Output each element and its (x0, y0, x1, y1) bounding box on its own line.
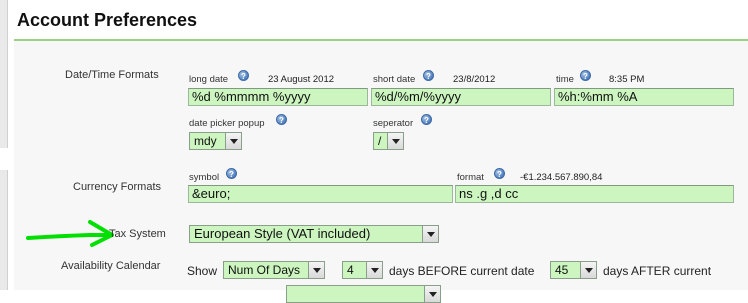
annotation-arrow (26, 220, 114, 247)
days-before-select[interactable]: 4 (342, 261, 383, 279)
left-divider-lower (7, 170, 8, 290)
help-icon[interactable]: ? (494, 168, 505, 179)
chevron-down-icon (225, 133, 241, 149)
separator-value: / (378, 134, 382, 148)
tax-system-value: European Style (VAT included) (194, 226, 371, 241)
symbol-label: symbol (189, 172, 220, 183)
long-date-label: long date (189, 74, 229, 85)
currency-format-example: -€1.234.567.890,84 (520, 172, 603, 183)
left-scroll-strip (0, 0, 7, 148)
long-date-input[interactable]: %d %mmmm %yyyy (188, 88, 368, 106)
help-icon[interactable]: ? (238, 70, 249, 81)
short-date-example: 23/8/2012 (453, 74, 496, 85)
show-label: Show (187, 264, 218, 278)
help-icon[interactable]: ? (580, 70, 591, 81)
page-title: Account Preferences (17, 10, 198, 30)
separator-label: seperator (373, 118, 414, 129)
time-example: 8:35 PM (609, 74, 645, 85)
help-icon[interactable]: ? (421, 114, 432, 125)
tax-system-select[interactable]: European Style (VAT included) (189, 225, 439, 243)
format-label: format (457, 172, 484, 183)
chevron-down-icon (387, 133, 403, 149)
currency-label: Currency Formats (73, 181, 162, 193)
help-icon[interactable]: ? (226, 168, 237, 179)
left-scroll-strip-lower (0, 170, 7, 290)
currency-symbol-input[interactable]: &euro; (188, 185, 453, 203)
days-before-label: days BEFORE current date (389, 264, 535, 278)
help-icon[interactable]: ? (276, 114, 287, 125)
days-before-value: 4 (347, 263, 354, 277)
tax-system-label: Tax System (109, 228, 166, 240)
short-date-label: short date (373, 74, 416, 85)
days-after-value: 45 (555, 263, 569, 277)
date-picker-select[interactable]: mdy (189, 132, 242, 150)
short-date-input[interactable]: %d/%m/%yyyy (371, 88, 551, 106)
time-label: time (556, 74, 574, 85)
chevron-down-icon (580, 262, 596, 278)
availability-label: Availability Calendar (61, 260, 161, 272)
days-after-select[interactable]: 45 (550, 261, 597, 279)
chevron-down-icon (366, 262, 382, 278)
availability-mode-select[interactable]: Num Of Days (223, 261, 325, 279)
left-divider (7, 0, 8, 148)
days-after-label: days AFTER current (603, 264, 712, 278)
availability-mode-value: Num Of Days (228, 263, 301, 277)
date-picker-label: date picker popup (189, 118, 265, 129)
chevron-down-icon (424, 286, 440, 302)
date-picker-value: mdy (194, 134, 217, 148)
chevron-down-icon (308, 262, 324, 278)
long-date-example: 23 August 2012 (268, 74, 335, 85)
currency-format-input[interactable]: ns .g ,d cc (455, 185, 734, 203)
help-icon[interactable]: ? (423, 70, 434, 81)
datetime-label: Date/Time Formats (65, 69, 159, 81)
next-row-select[interactable] (286, 285, 441, 303)
chevron-down-icon (422, 226, 438, 242)
separator-select[interactable]: / (373, 132, 404, 150)
time-input[interactable]: %h:%mm %A (554, 88, 734, 106)
